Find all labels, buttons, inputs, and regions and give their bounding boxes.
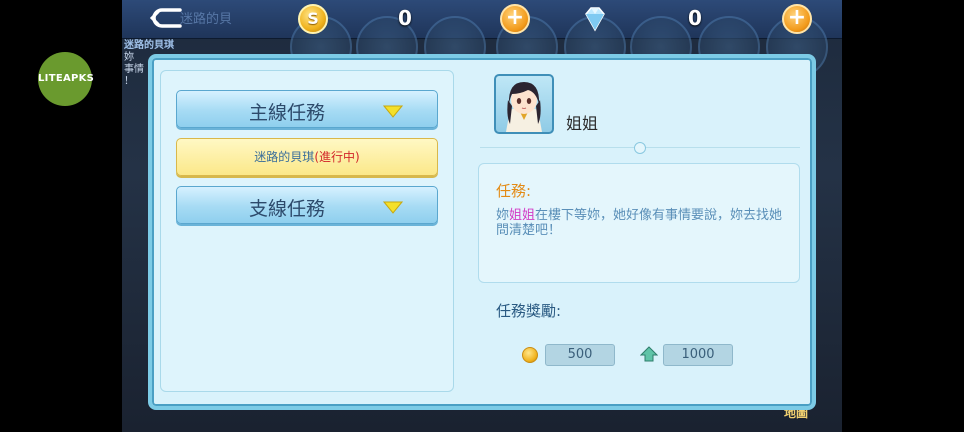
add-gems-button[interactable]: + xyxy=(782,4,812,34)
diamond-icon xyxy=(585,7,605,32)
chevron-down-icon xyxy=(383,201,403,214)
side-quest-label: 支線任務 xyxy=(248,198,325,220)
reward-exp-value: 1000 xyxy=(663,344,733,366)
watermark-logo: LITEAPKS xyxy=(38,52,94,106)
npc-highlight: 姐姐 xyxy=(509,208,536,223)
coin-count: 0 xyxy=(398,6,412,30)
side-quest-category-button[interactable]: 支線任務 xyxy=(176,186,438,224)
npc-name: 姐姐 xyxy=(566,114,599,133)
divider-ornament-icon xyxy=(634,142,646,154)
coin-icon: S xyxy=(298,4,328,34)
quest-status-label: (進行中) xyxy=(314,150,360,164)
main-quest-category-button[interactable]: 主線任務 xyxy=(176,90,438,128)
npc-character-icon xyxy=(506,82,542,132)
quest-item-lost-beiqi[interactable]: 迷路的貝琪(進行中) xyxy=(176,138,438,176)
exp-icon xyxy=(640,346,658,362)
gem-count: 0 xyxy=(688,6,702,30)
add-coins-button[interactable]: + xyxy=(500,4,530,34)
task-heading: 任務: xyxy=(496,182,532,200)
main-quest-label: 主線任務 xyxy=(248,102,325,124)
chevron-down-icon xyxy=(383,105,403,118)
bg-quest-title: 迷路的貝 xyxy=(180,12,233,27)
reward-heading: 任務獎勵: xyxy=(496,302,562,320)
quest-item-name: 迷路的貝琪 xyxy=(254,150,315,164)
reward-coins-value: 500 xyxy=(545,344,615,366)
task-description: 妳姐姐在樓下等妳，她好像有事情要說，妳去找她問清楚吧！ xyxy=(496,208,783,238)
coin-icon xyxy=(522,347,538,363)
npc-portrait xyxy=(494,74,554,134)
